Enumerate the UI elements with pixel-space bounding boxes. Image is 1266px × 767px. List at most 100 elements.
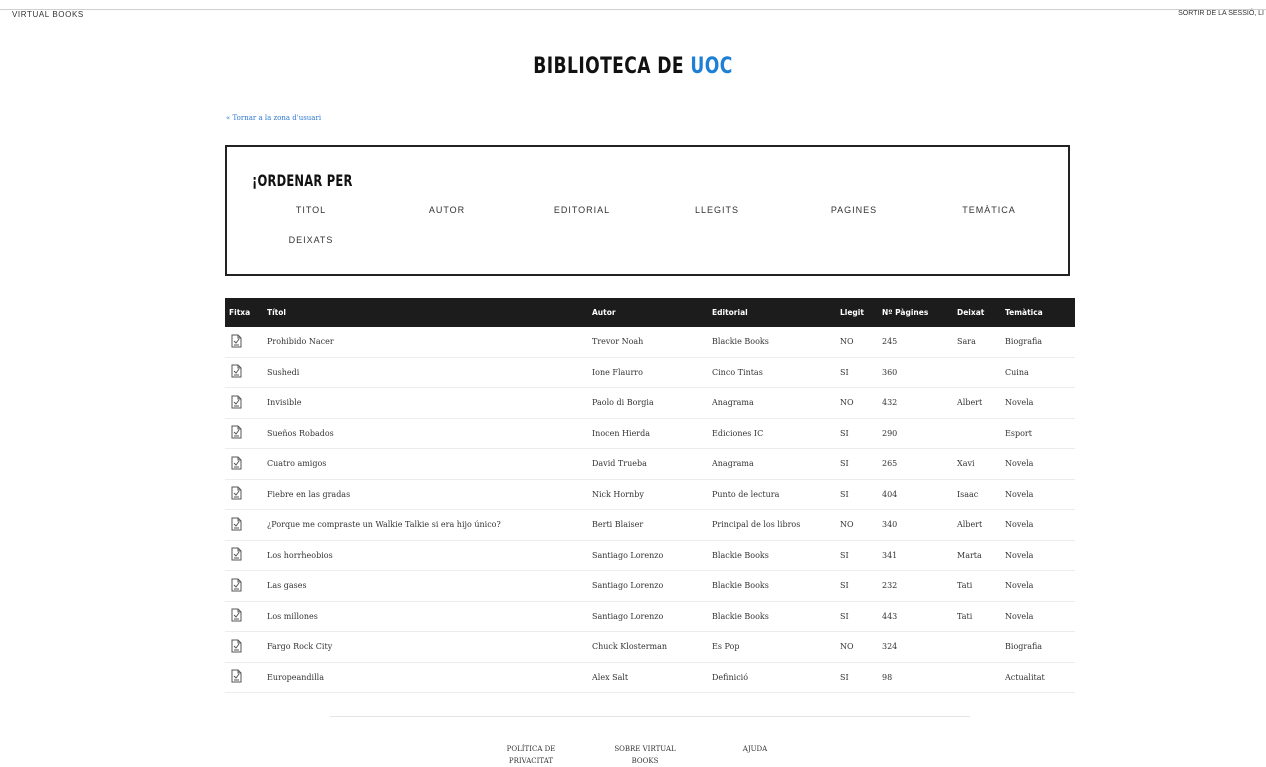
cell-pages: 443 [878,601,953,632]
cell-file[interactable] [225,570,263,602]
file-document-icon[interactable] [229,608,243,622]
cell-lent: Albert [953,509,1001,541]
cell-pages: 232 [878,570,953,602]
cell-lent [953,418,1001,449]
cell-author: Ione Flaurro [588,357,708,388]
cell-file[interactable] [225,540,263,571]
cell-title: Europeandilla [263,662,588,693]
cell-title: Invisible [263,387,588,419]
sort-by-pages-button[interactable]: PAGINES [799,205,909,215]
file-document-icon[interactable] [229,669,243,683]
cell-author: Santiago Lorenzo [588,570,708,602]
back-to-user-area-link[interactable]: « Tornar a la zona d'usuari [226,114,321,122]
cell-lent: Sara [953,327,1001,358]
cell-read: NO [836,327,878,358]
col-header-file: Fitxa [229,308,251,317]
cell-lent: Marta [953,540,1001,571]
sort-by-publisher-button[interactable]: EDITORIAL [527,205,637,215]
col-header-pages: Nº Pàgines [882,308,929,317]
footer-privacy-line1: POLÍTICA DE [506,745,556,753]
table-row: Invisible Paolo di Borgia Anagrama NO 432 Alb… [225,387,1075,419]
cell-publisher: Punto de lectura [708,479,836,510]
cell-file[interactable] [225,327,263,358]
cell-topic: Novela [1001,479,1075,510]
file-document-icon[interactable] [229,517,243,531]
cell-publisher: Definició [708,662,836,693]
cell-topic: Novela [1001,448,1075,480]
cell-pages: 404 [878,479,953,510]
cell-author: Inocen Hierda [588,418,708,449]
cell-author: Nick Hornby [588,479,708,510]
cell-file[interactable] [225,631,263,663]
cell-topic: Cuina [1001,357,1075,388]
footer-about-link[interactable]: SOBRE VIRTUAL BOOKS [600,743,690,767]
cell-lent [953,357,1001,388]
file-document-icon[interactable] [229,578,243,592]
footer-divider [330,716,970,717]
sort-by-lent-button[interactable]: DEIXATS [256,235,366,245]
sort-panel: ¡ORDENAR PER TITOL AUTOR EDITORIAL LLEGI… [225,145,1070,276]
cell-pages: 290 [878,418,953,449]
cell-lent: Albert [953,387,1001,419]
cell-topic: Novela [1001,601,1075,632]
cell-title: Cuatro amigos [263,448,588,480]
table-header-row: Fitxa Títol Autor Editorial Llegit Nº Pà… [225,298,1075,327]
cell-publisher: Anagrama [708,448,836,480]
cell-file[interactable] [225,357,263,388]
file-document-icon[interactable] [229,395,243,409]
cell-title: Sueños Robados [263,418,588,449]
cell-author: Santiago Lorenzo [588,601,708,632]
table-row: Fargo Rock City Chuck Klosterman Es Pop NO 3… [225,631,1075,663]
cell-file[interactable] [225,509,263,541]
logout-link[interactable]: SORTIR DE LA SESSIÓ, LI [1178,10,1264,17]
file-document-icon[interactable] [229,364,243,378]
cell-lent: Tati [953,601,1001,632]
table-row: Europeandilla Alex Salt Definició SI 98 Actua… [225,662,1075,693]
file-document-icon[interactable] [229,334,243,348]
cell-topic: Novela [1001,387,1075,419]
cell-file[interactable] [225,418,263,449]
cell-read: SI [836,540,878,571]
sort-by-author-button[interactable]: AUTOR [392,205,502,215]
top-bar [0,0,1266,10]
cell-file[interactable] [225,601,263,632]
cell-topic: Novela [1001,570,1075,602]
sort-by-title-button[interactable]: TITOL [256,205,366,215]
file-document-icon[interactable] [229,639,243,653]
sort-title: ¡ORDENAR PER [252,171,353,190]
cell-publisher: Principal de los libros [708,509,836,541]
cell-pages: 324 [878,631,953,663]
table-row: Sushedi Ione Flaurro Cinco Tintas SI 360 Cuin… [225,357,1075,388]
footer-help-link[interactable]: AJUDA [730,743,780,755]
cell-publisher: Es Pop [708,631,836,663]
file-document-icon[interactable] [229,486,243,500]
file-document-icon[interactable] [229,456,243,470]
cell-read: SI [836,570,878,602]
sort-by-topic-button[interactable]: TEMÀTICA [934,205,1044,215]
cell-publisher: Cinco Tintas [708,357,836,388]
table-row: Cuatro amigos David Trueba Anagrama SI 265 Xa… [225,448,1075,480]
cell-author: Trevor Noah [588,327,708,358]
col-header-title: Títol [267,308,286,317]
cell-pages: 98 [878,662,953,693]
footer-privacy-link[interactable]: POLÍTICA DE PRIVACITAT [496,743,566,767]
cell-file[interactable] [225,387,263,419]
cell-title: Los millones [263,601,588,632]
sort-by-read-button[interactable]: LLEGITS [662,205,772,215]
cell-title: ¿Porque me compraste un Walkie Talkie si… [263,509,588,541]
cell-title: Los horrheobios [263,540,588,571]
col-header-topic: Temàtica [1005,308,1043,317]
table-row: Fiebre en las gradas Nick Hornby Punto de … [225,479,1075,510]
cell-pages: 245 [878,327,953,358]
cell-author: Alex Salt [588,662,708,693]
cell-title: Fargo Rock City [263,631,588,663]
cell-file[interactable] [225,448,263,480]
file-document-icon[interactable] [229,547,243,561]
footer-privacy-line2: PRIVACITAT [508,757,554,765]
table-row: ¿Porque me compraste un Walkie Talkie si… [225,509,1075,541]
file-document-icon[interactable] [229,425,243,439]
cell-file[interactable] [225,662,263,693]
cell-file[interactable] [225,479,263,510]
cell-read: SI [836,601,878,632]
table-row: Prohibido Nacer Trevor Noah Blackie Books N… [225,327,1075,358]
